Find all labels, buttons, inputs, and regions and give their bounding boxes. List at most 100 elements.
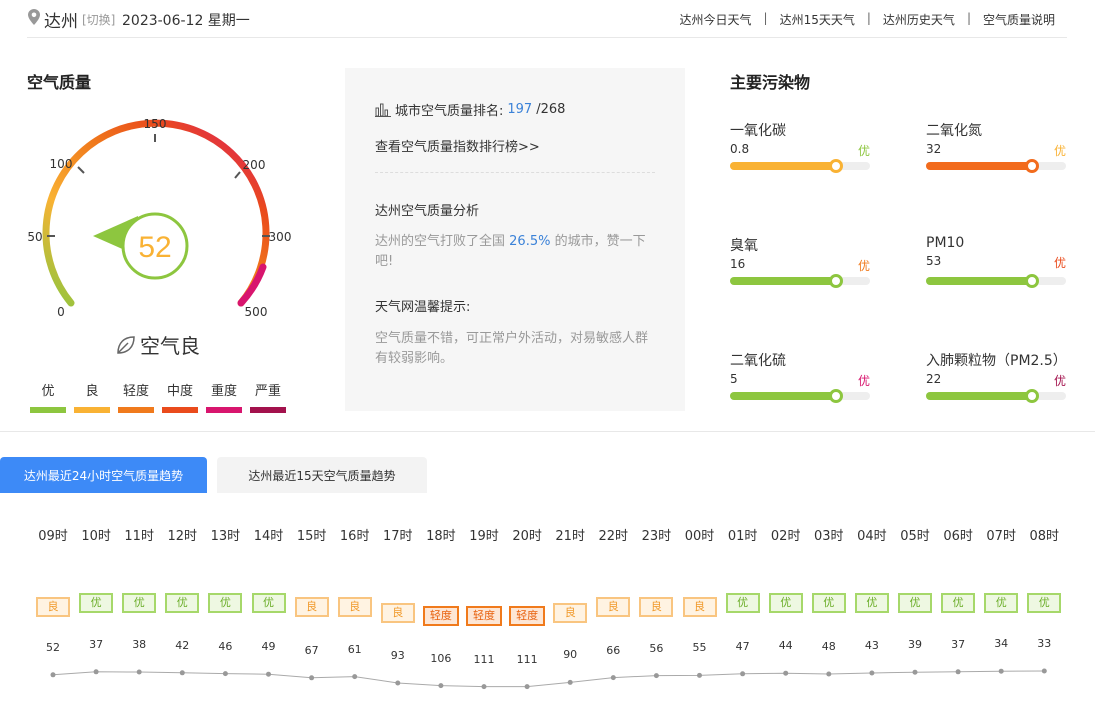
hour-level-badge: 优: [941, 593, 976, 613]
hour-label: 08时: [1029, 529, 1060, 544]
legend-item: 重度: [206, 380, 242, 413]
hour-level-badge: 优: [208, 593, 243, 613]
analysis-pre: 达州的空气打败了全国: [375, 234, 506, 249]
pollutant-value: 0.8: [730, 142, 750, 156]
legend-label: 轻度: [122, 384, 149, 399]
hour-level-badge: 优: [725, 593, 760, 613]
trend-point: [222, 671, 228, 677]
hour-level-badge: 优: [165, 593, 200, 613]
location-pin-icon: [28, 9, 40, 25]
pollutant-bar-track: [926, 274, 1066, 288]
hour-level-badge: 轻度: [422, 606, 459, 626]
hour-aqi-value: 39: [908, 638, 922, 652]
hour-aqi-value: 106: [430, 651, 452, 665]
pollutant-item: 二氧化硫 5 优: [730, 350, 870, 403]
scale-label-300: 300: [269, 230, 292, 244]
separator: |: [866, 11, 871, 25]
15day-weather-link[interactable]: 达州15天天气: [780, 11, 855, 28]
hour-label: 03时: [814, 529, 844, 544]
pollutant-bar-track: [926, 389, 1066, 403]
legend-color-bar: [30, 407, 66, 413]
legend-label: 优: [41, 384, 55, 399]
pollutant-bar-knob: [829, 389, 844, 403]
hour-label: 04时: [857, 529, 887, 544]
hour-label: 05时: [900, 529, 930, 544]
hour-level-badge: 优: [122, 593, 157, 613]
history-weather-link[interactable]: 达州历史天气: [883, 11, 955, 28]
legend-label: 中度: [166, 384, 193, 399]
hour-level-badge: 轻度: [466, 606, 502, 626]
pollutant-level: 优: [857, 374, 870, 388]
city-rank: 城市空气质量排名: 197 /268: [375, 100, 565, 119]
hour-label: 13时: [210, 529, 241, 544]
trend-point: [653, 673, 659, 679]
hour-label: 02时: [770, 529, 801, 544]
hour-label: 16时: [339, 529, 370, 544]
scale-label-500: 500: [245, 305, 268, 319]
ranking-list-link[interactable]: 查看空气质量指数排行榜>>: [375, 136, 540, 155]
hour-aqi-value: 43: [864, 639, 879, 652]
trend-point: [266, 671, 271, 677]
trend-point: [395, 680, 401, 686]
hour-label: 12时: [167, 529, 198, 544]
hour-aqi-value: 49: [261, 640, 276, 654]
pollutant-bar-fill: [730, 277, 837, 285]
legend-color-bar: [162, 407, 198, 413]
separator: |: [763, 11, 768, 25]
pollutant-value: 32: [926, 142, 942, 156]
hour-label: 00时: [684, 529, 715, 544]
hourly-trend: 09时良 52 10时优 37 11时优 38 12时优 42 13时优 46 14时优 49 15时良…: [0, 522, 1095, 722]
legend-item: 优: [30, 380, 66, 413]
aqi-gauge: 0 50 100 150 200 300 500 52: [28, 117, 292, 319]
pollutant-value: 53: [926, 254, 942, 268]
hour-label: 11时: [124, 529, 154, 544]
hour-level-badge: 优: [898, 593, 932, 613]
hour-aqi-value: 48: [821, 640, 836, 653]
hour-level-badge: 优: [1027, 593, 1062, 613]
pollutant-bar-knob: [1025, 159, 1040, 173]
legend-item: 严重: [250, 380, 286, 413]
pollutant-value: 5: [730, 372, 738, 386]
pollutant-bar-fill: [730, 392, 837, 400]
hour-level-badge: 良: [294, 597, 329, 617]
aqi-explanation-link[interactable]: 空气质量说明: [983, 11, 1055, 28]
pollutant-bar-fill: [926, 277, 1033, 285]
tab-15day-trend[interactable]: 达州最近15天空气质量趋势: [217, 457, 427, 493]
section-divider: [0, 431, 1095, 432]
pollutant-name: 入肺颗粒物（PM2.5）: [926, 353, 1067, 369]
ranking-panel: 城市空气质量排名: 197 /268 查看空气质量指数排行榜>> 达州空气质量分…: [345, 68, 685, 411]
legend-label: 严重: [254, 384, 281, 399]
tab-24h-trend[interactable]: 达州最近24小时空气质量趋势: [0, 457, 207, 493]
hour-level-badge: 优: [984, 593, 1019, 613]
pollutant-name: 二氧化氮: [926, 123, 982, 139]
hour-aqi-value: 44: [778, 639, 793, 653]
switch-city-link[interactable]: [切换]: [82, 11, 115, 28]
rank-label: 城市空气质量排名:: [395, 104, 504, 119]
pollutant-name: PM10: [926, 235, 965, 251]
top-bar: 达州 [切换] 2023-06-12 星期一 达州今日天气 | 达州15天天气 …: [27, 0, 1067, 38]
pollutant-bar-track: [926, 159, 1066, 173]
pollutant-bar-track: [730, 389, 870, 403]
hour-aqi-value: 47: [735, 639, 750, 653]
trend-point: [998, 668, 1004, 674]
pollutant-item: 入肺颗粒物（PM2.5） 22 优: [926, 350, 1067, 403]
trend-point: [610, 675, 616, 681]
trend-line-chart: [50, 668, 1047, 690]
hour-label: 01时: [727, 529, 758, 544]
scale-label-100: 100: [50, 157, 73, 171]
pollutant-level: 优: [1053, 374, 1066, 388]
pollutant-bar-knob: [1025, 389, 1040, 403]
separator: |: [966, 11, 971, 25]
current-date: 2023-06-12 星期一: [122, 13, 250, 29]
pollutant-level: 优: [857, 144, 870, 158]
pollutant-level: 优: [1053, 144, 1066, 158]
hour-level-badge: 优: [854, 593, 889, 613]
today-weather-link[interactable]: 达州今日天气: [680, 11, 752, 28]
pollutant-bar-knob: [829, 159, 844, 173]
hour-label: 18时: [426, 529, 456, 544]
pollutants-title: 主要污染物: [730, 73, 811, 92]
legend-color-bar: [74, 407, 110, 413]
pollutant-level: 优: [857, 259, 870, 273]
hour-aqi-value: 34: [994, 637, 1009, 651]
trend-point: [1041, 668, 1047, 674]
